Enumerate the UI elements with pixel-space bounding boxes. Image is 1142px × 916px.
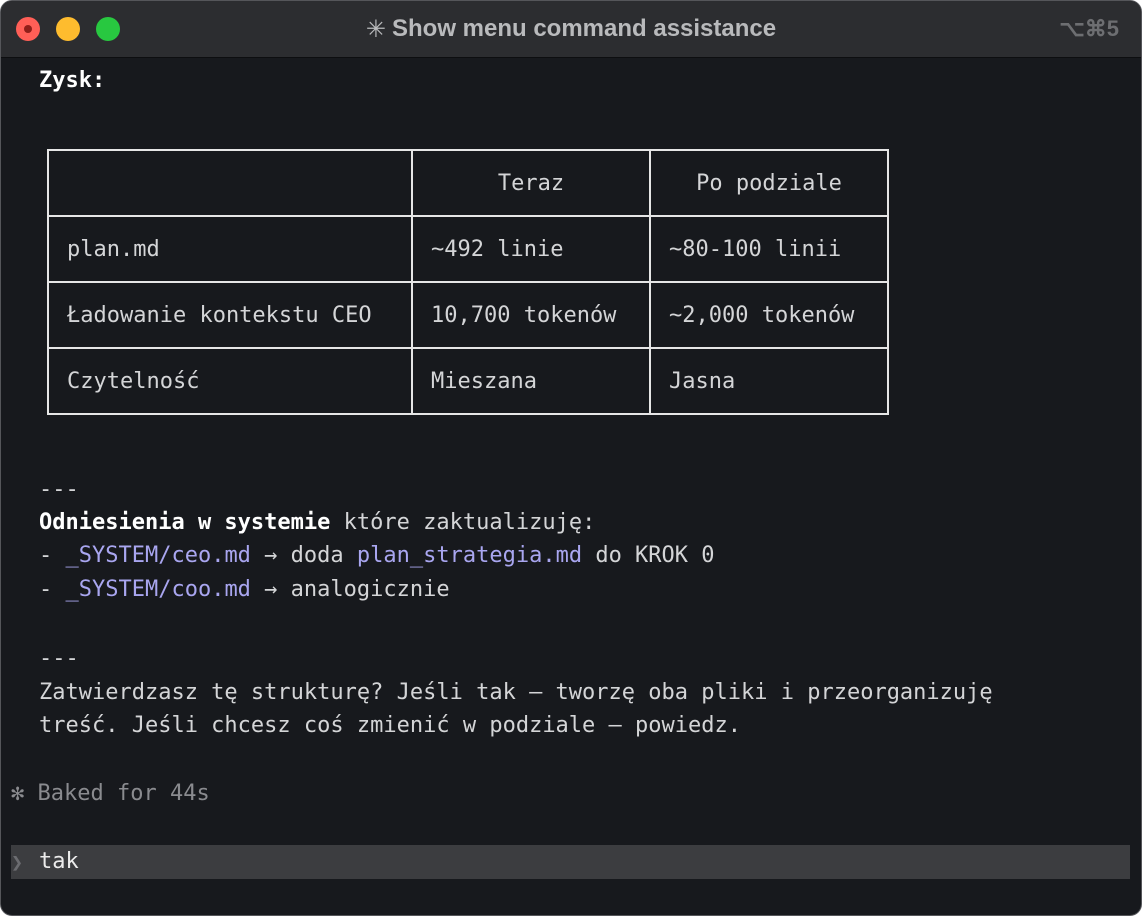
table-header-row: Teraz Po podziale [47, 149, 889, 217]
status-text: Baked for 44s [37, 781, 210, 806]
table-cell: Jasna [649, 347, 889, 415]
separator: --- [39, 477, 79, 502]
reference-tail-text: do KROK 0 [582, 543, 715, 568]
table-row: plan.md ~492 linie ~80-100 linii [47, 215, 889, 283]
table-cell: 10,700 tokenów [411, 281, 651, 349]
table-row: Czytelność Mieszana Jasna [47, 347, 889, 415]
table-header-cell: Teraz [411, 149, 651, 217]
table-row: Ładowanie kontekstu CEO 10,700 tokenów ~… [47, 281, 889, 349]
spinner-icon: ✳ [365, 15, 386, 43]
asterisk-icon: ✻ [11, 781, 25, 806]
file-link[interactable]: _SYSTEM/coo.md [66, 577, 251, 602]
prompt-input-bar[interactable]: ❯ tak [11, 845, 1130, 879]
reference-arrow-text: → analogicznie [250, 577, 450, 602]
table-header-cell [47, 149, 413, 217]
file-link[interactable]: plan_strategia.md [357, 543, 582, 568]
reference-item: - _SYSTEM/ceo.md → doda plan_strategia.m… [39, 539, 715, 573]
question-text: Zatwierdzasz tę strukturę? Jeśli tak — t… [39, 680, 993, 705]
references-intro: Odniesienia w systemie które zaktualizuj… [39, 506, 595, 540]
window-title: ✳ Show menu command assistance [1, 1, 1141, 57]
reference-item: - _SYSTEM/coo.md → analogicznie [39, 573, 450, 607]
window-shortcut: ⌥⌘5 [1059, 16, 1119, 41]
references-bold: Odniesienia w systemie [39, 510, 331, 535]
window-title-text: Show menu command assistance [391, 15, 777, 42]
prompt-input-text[interactable]: tak [39, 845, 79, 879]
question-text: treść. Jeśli chcesz coś zmienić w podzia… [39, 713, 741, 738]
terminal-window: ✳ Show menu command assistance ⌥⌘5 Zysk:… [0, 0, 1142, 916]
file-link[interactable]: _SYSTEM/ceo.md [66, 543, 251, 568]
table-cell: plan.md [47, 215, 413, 283]
section-heading: Zysk: [39, 68, 106, 93]
prompt-chevron-icon: ❯ [11, 850, 24, 874]
table-cell: Mieszana [411, 347, 651, 415]
separator: --- [39, 646, 79, 671]
list-dash: - [39, 543, 66, 568]
table-cell: Ładowanie kontekstu CEO [47, 281, 413, 349]
references-rest: które zaktualizuję: [330, 510, 596, 535]
comparison-table: Teraz Po podziale plan.md ~492 linie ~80… [47, 149, 889, 415]
table-cell: ~2,000 tokenów [649, 281, 889, 349]
status-line: ✻ Baked for 44s [11, 777, 210, 811]
table-cell: ~80-100 linii [649, 215, 889, 283]
reference-arrow-text: → doda [250, 543, 357, 568]
table-header-cell: Po podziale [649, 149, 889, 217]
list-dash: - [39, 577, 66, 602]
table-cell: Czytelność [47, 347, 413, 415]
title-bar: ✳ Show menu command assistance ⌥⌘5 [1, 1, 1141, 58]
table-cell: ~492 linie [411, 215, 651, 283]
